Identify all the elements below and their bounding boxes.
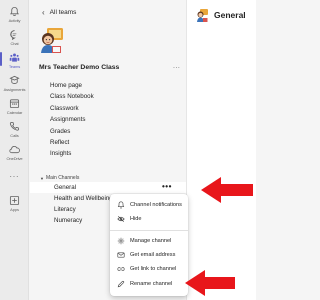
channels-section-header[interactable]: ▼ Main Channels [40, 175, 79, 181]
team-nav: Home page Class Notebook Classwork Assig… [50, 80, 94, 160]
rail-more[interactable]: ... [0, 170, 29, 179]
menu-label: Get link to channel [130, 265, 177, 272]
hide-icon [117, 215, 125, 222]
calls-icon [9, 121, 20, 131]
nav-class-notebook[interactable]: Class Notebook [50, 91, 94, 102]
menu-label: Channel notifications [130, 201, 182, 208]
calendar-icon [9, 99, 20, 109]
chevron-left-icon: ‹ [42, 8, 45, 17]
nav-reflect[interactable]: Reflect [50, 137, 94, 148]
channel-label: Health and Wellbeing [54, 195, 113, 202]
team-more-options[interactable]: ... [173, 63, 180, 70]
rail-apps[interactable]: Apps [0, 195, 29, 212]
channel-general[interactable]: General ••• [30, 182, 186, 193]
chat-icon [10, 30, 17, 40]
menu-label: Get email address [130, 251, 176, 258]
menu-get-email-address[interactable]: Get email address [110, 248, 188, 261]
rail-onedrive[interactable]: OneDrive [0, 144, 29, 161]
channel-context-menu: Channel notifications Hide Manage channe… [110, 194, 188, 296]
rail-assignments[interactable]: Assignments [0, 75, 29, 92]
rail-teams[interactable]: Teams [0, 52, 29, 69]
menu-channel-notifications[interactable]: Channel notifications [110, 198, 188, 211]
section-title: Main Channels [45, 175, 80, 181]
team-name: Mrs Teacher Demo Class [39, 64, 120, 71]
nav-insights[interactable]: Insights [50, 148, 94, 159]
back-label: All teams [49, 9, 77, 16]
link-icon [117, 266, 125, 271]
nav-assignments[interactable]: Assignments [50, 114, 94, 125]
apps-icon [9, 195, 20, 206]
menu-get-link-to-channel[interactable]: Get link to channel [110, 262, 188, 275]
back-to-all-teams[interactable]: ‹ All teams [42, 8, 76, 17]
menu-label: Manage channel [130, 237, 172, 244]
mail-icon [117, 251, 125, 258]
rail-activity[interactable]: Activity [0, 6, 29, 23]
channel-label: Literacy [54, 206, 76, 213]
rail-calendar[interactable]: Calendar [0, 98, 29, 115]
nav-classwork[interactable]: Classwork [50, 103, 94, 114]
channel-header: General [195, 8, 246, 22]
onedrive-icon [9, 146, 20, 154]
rail-label: Assignments [3, 87, 26, 92]
rail-label: Calendar [6, 110, 23, 115]
nav-home-page[interactable]: Home page [50, 80, 94, 91]
main-area: General [186, 0, 256, 300]
pencil-icon [117, 280, 125, 287]
rail-calls[interactable]: Calls [0, 121, 29, 138]
rail-chat[interactable]: Chat [0, 29, 29, 46]
bell-icon [117, 200, 125, 209]
rail-label: Teams [8, 64, 21, 69]
team-avatar-small [197, 9, 208, 22]
rail-label: Activity [8, 18, 21, 23]
rail-label: Calls [10, 133, 19, 138]
rail-label: Chat [10, 41, 19, 46]
channel-title: General [214, 10, 246, 20]
channel-more-options[interactable]: ••• [162, 181, 172, 192]
annotation-arrow-rename-channel [185, 270, 235, 296]
menu-divider [110, 230, 188, 231]
menu-rename-channel[interactable]: Rename channel [110, 277, 188, 290]
channel-label: Numeracy [54, 217, 83, 224]
rail-label: OneDrive [6, 156, 23, 161]
rail-label: Apps [10, 207, 19, 212]
caret-down-icon: ▼ [40, 175, 44, 181]
menu-label: Rename channel [130, 280, 173, 287]
channel-label: General [54, 184, 77, 191]
assignments-icon [9, 75, 20, 84]
gear-icon [117, 237, 125, 244]
teams-icon [9, 53, 20, 62]
bell-icon [10, 6, 19, 17]
annotation-arrow-more-options [201, 177, 253, 203]
menu-label: Hide [130, 215, 142, 222]
menu-hide[interactable]: Hide [110, 212, 188, 225]
team-avatar [41, 28, 63, 53]
nav-grades[interactable]: Grades [50, 126, 94, 137]
more-icon: ... [9, 170, 20, 179]
app-rail: Activity Chat Teams Assignments Calendar… [0, 0, 29, 300]
menu-manage-channel[interactable]: Manage channel [110, 234, 188, 247]
